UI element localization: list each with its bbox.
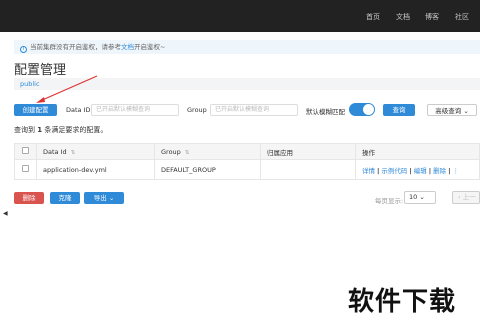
export-label: 导出 (93, 194, 107, 202)
summary-count: 1 (37, 126, 43, 134)
export-button[interactable]: 导出 ⌄ (84, 192, 124, 204)
prev-page-label: 上一 (462, 193, 476, 201)
table-row: application-dev.yml DEFAULT_GROUP 详情 | 示例代… (14, 159, 480, 180)
row-group: DEFAULT_GROUP (154, 159, 261, 180)
col-dataid-label: Data Id (43, 147, 67, 156)
summary-suffix: 条满足要求的配置。 (44, 126, 108, 134)
app-window: 首页 文档 博客 社区 i 当前集群没有开启鉴权，请参考文档开启鉴权~ 配置管理 … (0, 0, 480, 320)
chevron-down-icon: ⌄ (463, 107, 469, 115)
group-label: Group (187, 106, 207, 114)
op-delete-link[interactable]: 删除 (433, 167, 446, 175)
row-select-cell (14, 159, 37, 180)
chevron-left-icon: ‹ (458, 193, 461, 201)
toggle-knob (363, 104, 374, 115)
op-sample-code-link[interactable]: 示例代码 (381, 167, 407, 175)
select-all-cell (14, 143, 37, 160)
col-header-group[interactable]: Group ⇅ (154, 143, 261, 160)
chevron-down-icon: ⌄ (108, 194, 115, 202)
row-dataid: application-dev.yml (36, 159, 155, 180)
col-header-ops: 操作 (355, 143, 480, 160)
row-ops: 详情 | 示例代码 | 编辑 | 删除 | ⋮ (355, 159, 480, 180)
summary-prefix: 查询到 (14, 126, 35, 134)
collapse-arrow-icon[interactable]: ◀ (3, 210, 8, 217)
fuzzy-match-label: 默认模糊匹配 (306, 108, 345, 116)
col-header-app: 归属应用 (260, 143, 356, 160)
op-separator: | (428, 166, 432, 175)
advanced-search-label: 高级查询 (435, 107, 462, 115)
select-all-checkbox[interactable] (22, 147, 29, 154)
col-header-dataid[interactable]: Data Id ⇅ (36, 143, 155, 160)
op-edit-link[interactable]: 编辑 (414, 167, 427, 175)
row-checkbox[interactable] (22, 165, 29, 172)
sort-icon[interactable]: ⇅ (185, 150, 190, 156)
row-app (260, 159, 356, 180)
advanced-search-button[interactable]: 高级查询 ⌄ (427, 104, 477, 116)
result-summary: 查询到 1 条满足要求的配置。 (14, 125, 107, 135)
col-app-label: 归属应用 (267, 148, 293, 157)
op-separator: | (377, 166, 380, 175)
dataid-input[interactable]: 已开启默认模糊查询 (91, 104, 179, 116)
page-size-value: 10 (409, 193, 418, 201)
prev-page-button[interactable]: ‹ 上一 (452, 191, 480, 204)
group-input[interactable]: 已开启默认模糊查询 (210, 104, 298, 116)
sort-icon[interactable]: ⇅ (71, 150, 76, 156)
page-size-select[interactable]: 10 ⌄ (404, 191, 436, 204)
op-separator: | (448, 166, 451, 175)
page-size-label: 每页显示: (375, 197, 404, 205)
chevron-down-icon: ⌄ (419, 193, 425, 201)
op-details-link[interactable]: 详情 (362, 167, 375, 175)
dataid-label: Data ID (66, 106, 91, 114)
more-icon[interactable]: ⋮ (453, 167, 460, 175)
clone-button[interactable]: 克隆 (50, 192, 80, 204)
config-table: Data Id ⇅ Group ⇅ 归属应用 操作 application-dev.… (14, 143, 480, 180)
op-separator: | (409, 166, 412, 175)
search-button[interactable]: 查询 (383, 104, 415, 116)
col-ops-label: 操作 (362, 148, 375, 157)
col-group-label: Group (161, 147, 181, 156)
watermark-text: 软件下载 (348, 287, 457, 317)
table-header-row: Data Id ⇅ Group ⇅ 归属应用 操作 (14, 143, 480, 160)
delete-button[interactable]: 删除 (14, 192, 44, 204)
fuzzy-match-toggle[interactable] (349, 103, 375, 116)
